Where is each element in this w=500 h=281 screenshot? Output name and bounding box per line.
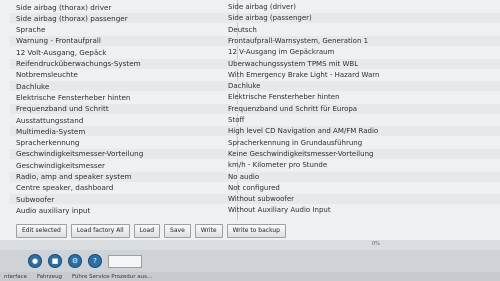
setting-value: Frequenzband und Schritt für Europa xyxy=(228,104,358,113)
save-button[interactable]: Save xyxy=(164,224,191,238)
setting-value: Stoff xyxy=(228,116,245,124)
stop-icon[interactable]: ■ xyxy=(48,254,62,268)
status-interface: nterface xyxy=(4,273,28,280)
setting-value: km/h - Kilometer pro Stunde xyxy=(228,161,328,170)
load-factory-all-button[interactable]: Load factory All xyxy=(70,224,130,238)
setting-name: Reifendrucküberwachungs-System xyxy=(16,59,141,68)
setting-value: Keine Geschwindigkeitsmesser-Vorteilung xyxy=(228,149,374,158)
progress-percent: 0% xyxy=(372,241,380,247)
table-row[interactable]: Ausstattungsstand Stoff xyxy=(10,115,500,125)
record-icon[interactable]: ● xyxy=(28,254,42,268)
table-row[interactable]: 12 Volt-Ausgang, Gepäck 12 V-Ausgang im G… xyxy=(10,47,500,57)
configuration-window: Side airbag (thorax) driver Side airbag (… xyxy=(0,0,500,240)
setting-value: Side airbag (passenger) xyxy=(228,14,312,23)
setting-value: Without subwoofer xyxy=(228,195,295,204)
table-row[interactable]: Notbremsleuchte With Emergency Brake Ligh… xyxy=(10,70,500,80)
table-row[interactable]: Centre speaker, dashboard Not configured xyxy=(10,183,500,193)
table-row[interactable]: Dachluke Dachluke xyxy=(10,81,500,92)
setting-value: No audio xyxy=(228,172,260,181)
setting-name: Subwoofer xyxy=(16,194,55,204)
setting-value: Not configured xyxy=(228,183,280,192)
configuration-table: Side airbag (thorax) driver Side airbag (… xyxy=(10,0,500,220)
table-row[interactable]: Audio auxiliary input Without Auxiliary A… xyxy=(10,205,500,215)
setting-value: Elektrische Fensterheber hinten xyxy=(228,93,340,102)
taskbar: ● ■ ⚙ ? xyxy=(0,250,500,272)
table-row[interactable]: Sprache Deutsch xyxy=(10,25,500,35)
setting-value: High level CD Navigation and AM/FM Radio xyxy=(228,127,379,136)
setting-name: Audio auxiliary input xyxy=(16,205,91,215)
setting-value: 12 V-Ausgang im Gepäckraum xyxy=(228,48,335,57)
table-row[interactable]: Subwoofer Without subwoofer xyxy=(10,194,500,205)
table-row[interactable]: Warnung - Frontaufprall Frontaufprall-War… xyxy=(10,35,500,46)
setting-name: Dachluke xyxy=(16,81,50,91)
table-row[interactable]: Radio, amp and speaker system No audio xyxy=(10,171,500,182)
write-to-backup-button[interactable]: Write to backup xyxy=(226,224,286,238)
load-button[interactable]: Load xyxy=(133,224,161,238)
setting-value: Side airbag (driver) xyxy=(228,3,296,11)
setting-value: Dachluke xyxy=(228,82,261,91)
setting-name: Side airbag (thorax) passenger xyxy=(16,13,128,23)
setting-name: Geschwindigkeitsmesser-Vorteilung xyxy=(16,149,144,159)
table-row[interactable]: Geschwindigkeitsmesser-Vorteilung Keine G… xyxy=(10,148,500,159)
setting-name: Frequenzband und Schritt xyxy=(16,104,109,114)
status-procedure: Führe Service Prozedur aus... xyxy=(72,273,153,280)
status-bar: nterface Fahrzeug Führe Service Prozedur… xyxy=(0,272,500,281)
setting-name: Radio, amp and speaker system xyxy=(16,172,132,181)
table-row[interactable]: Side airbag (thorax) passenger Side airba… xyxy=(10,13,500,24)
setting-value: Frontaufprall-Warnsystem, Generation 1 xyxy=(228,36,369,45)
setting-name: 12 Volt-Ausgang, Gepäck xyxy=(16,47,107,57)
table-row[interactable]: Reifendrucküberwachungs-System Überwachun… xyxy=(10,58,500,69)
setting-name: Ausstattungsstand xyxy=(16,115,84,125)
setting-name: Sprache xyxy=(16,25,46,35)
button-bar: Edit selected Load factory All Load Save… xyxy=(16,224,286,238)
setting-name: Elektrische Fensterheber hinten xyxy=(16,92,131,102)
setting-name: Spracherkennung xyxy=(16,138,80,148)
table-row[interactable]: Side airbag (thorax) driver Side airbag (… xyxy=(10,2,500,12)
write-button[interactable]: Write xyxy=(194,224,223,238)
table-row[interactable]: Multimedia-System High level CD Navigatio… xyxy=(10,126,500,137)
setting-name: Centre speaker, dashboard xyxy=(16,183,114,193)
setting-name: Geschwindigkeitsmesser xyxy=(16,160,105,170)
edit-selected-button[interactable]: Edit selected xyxy=(16,224,67,238)
setting-name: Multimedia-System xyxy=(16,126,86,136)
setting-name: Warnung - Frontaufprall xyxy=(16,36,101,46)
table-row[interactable]: Frequenzband und Schritt Frequenzband und… xyxy=(10,103,500,114)
taskbar-input[interactable] xyxy=(108,254,142,268)
table-row[interactable]: Geschwindigkeitsmesser km/h - Kilometer p… xyxy=(10,160,500,170)
status-vehicle: Fahrzeug xyxy=(37,273,63,280)
setting-value: Deutsch xyxy=(228,25,257,34)
setting-name: Side airbag (thorax) driver xyxy=(16,2,112,12)
setting-name: Notbremsleuchte xyxy=(16,70,78,80)
help-icon[interactable]: ? xyxy=(88,254,102,268)
setting-value: Without Auxiliary Audio Input xyxy=(228,206,331,215)
setting-value: Spracherkennung in Grundausführung xyxy=(228,138,363,147)
settings-icon[interactable]: ⚙ xyxy=(68,254,82,268)
setting-value: With Emergency Brake Light - Hazard Warn xyxy=(228,70,380,79)
table-row[interactable]: Spracherkennung Spracherkennung in Grunda… xyxy=(10,138,500,148)
setting-value: Überwachungssystem TPMS mit WBL xyxy=(228,59,359,68)
table-row[interactable]: Elektrische Fensterheber hinten Elektrisc… xyxy=(10,92,500,102)
